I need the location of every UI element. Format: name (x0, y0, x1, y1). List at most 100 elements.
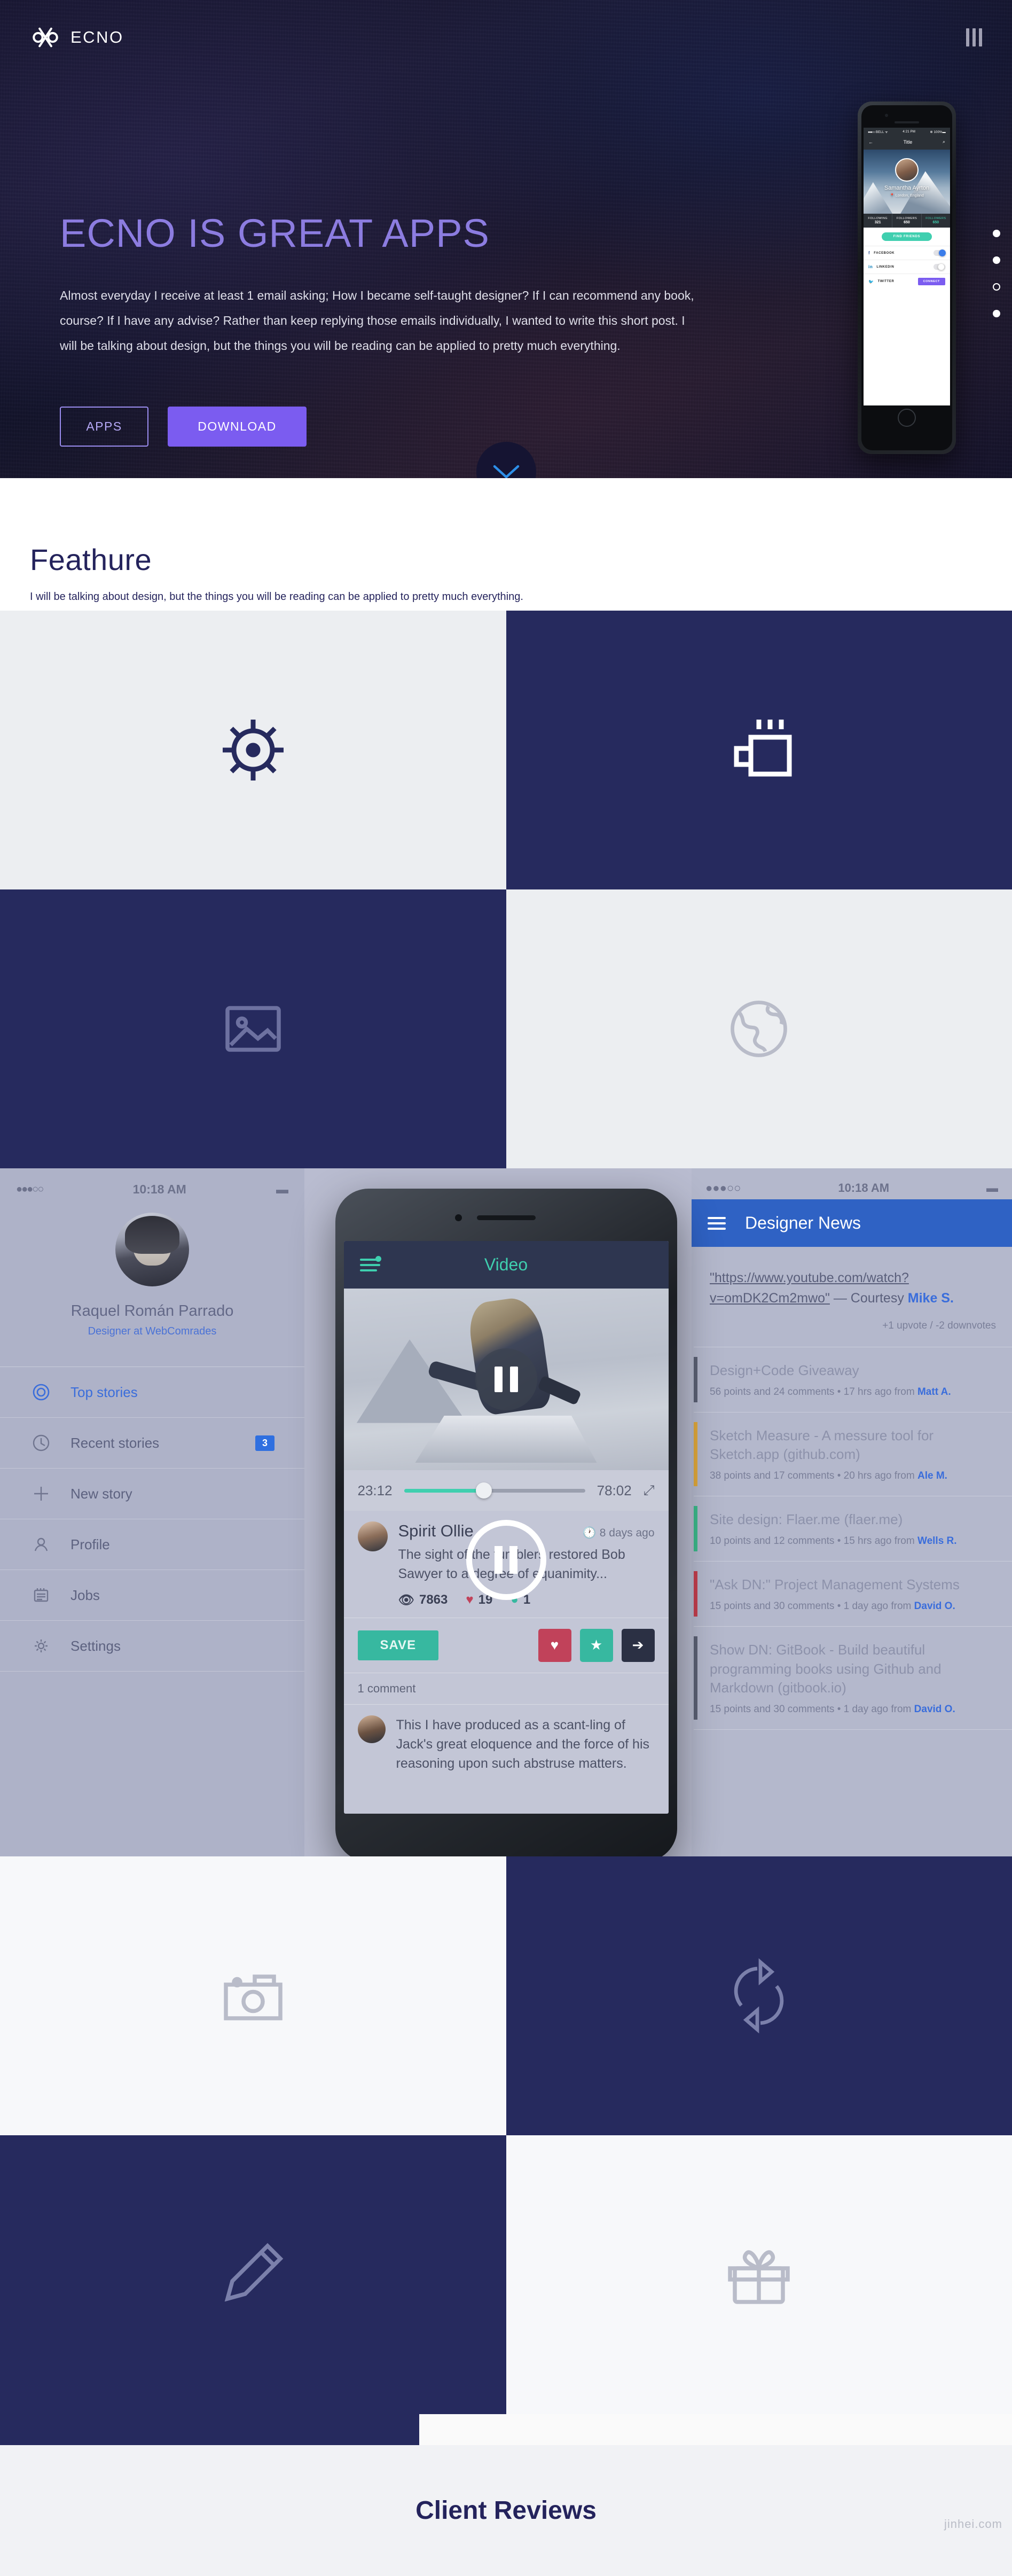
tile-coffee-mug[interactable] (506, 611, 1012, 889)
filter-slider-icon[interactable] (360, 1259, 380, 1271)
like-button[interactable]: ♥ (538, 1629, 571, 1662)
story-accent-bar (694, 1506, 697, 1551)
find-friends-button[interactable]: FIND FRIENDS (882, 232, 932, 241)
notebook-icon (30, 1584, 52, 1606)
story-meta: 15 points and 30 comments • 1 day ago fr… (710, 1704, 914, 1715)
story-item[interactable]: Design+Code Giveaway 56 points and 24 co… (694, 1347, 1012, 1412)
sidebar-item-new-story[interactable]: New story (0, 1469, 304, 1519)
large-pause-overlay-icon[interactable] (466, 1520, 546, 1600)
arrow-left-icon[interactable]: ← (868, 139, 873, 145)
progress-slider[interactable] (404, 1489, 585, 1493)
tile-pencil-edit[interactable] (0, 2135, 506, 2414)
pagination-dot-1[interactable] (993, 230, 1000, 237)
sidebar-item-top-stories[interactable]: Top stories (0, 1367, 304, 1418)
sidebar-item-settings[interactable]: Settings (0, 1621, 304, 1672)
sidebar-label: Recent stories (70, 1435, 237, 1451)
story-list: "https://www.youtube.com/watch?v=omDK2Cm… (692, 1247, 1012, 1730)
center-phone-mockup: Video 23:12 78:02 ⤢ (335, 1189, 677, 1856)
story-author[interactable]: David O. (914, 1704, 955, 1715)
left-app-screen: ●●●○○ 10:18 AM ▬ Raquel Román Parrado De… (0, 1168, 304, 1856)
status-time: 4:21 PM (903, 130, 915, 134)
share-button[interactable]: ➔ (622, 1629, 655, 1662)
phone-home-button[interactable] (898, 409, 916, 427)
phone-speaker (895, 121, 919, 123)
left-app-profile: Raquel Román Parrado Designer at WebComr… (0, 1202, 304, 1367)
tile-image-photo[interactable] (0, 889, 506, 1168)
phone-navbar: ← Title ⌕ (864, 136, 950, 150)
phone-bottom-bezel (344, 1814, 669, 1853)
brand-logo[interactable]: ECNO (30, 22, 124, 53)
story-item[interactable]: "Ask DN:" Project Management Systems 15 … (694, 1562, 1012, 1627)
sidebar-item-jobs[interactable]: Jobs (0, 1570, 304, 1621)
slider-knob[interactable] (476, 1482, 492, 1498)
save-button[interactable]: SAVE (358, 1630, 439, 1660)
social-row-linkedin[interactable]: in LINKEDIN (864, 260, 950, 274)
right-app-screen: ●●●○○ 10:18 AM ▬ Designer News "https://… (692, 1168, 1012, 1856)
sync-refresh-icon (719, 1956, 799, 2036)
hero-phone-screen: ●●●○○ BELL ᯤ 4:21 PM ✻ 100%▬ ← Title ⌕ (864, 128, 950, 405)
tile-globe-world[interactable] (506, 889, 1012, 1168)
expand-arrows-icon[interactable]: ⤢ (644, 1482, 655, 1499)
left-app-status-bar: ●●●○○ 10:18 AM ▬ (0, 1168, 304, 1202)
right-app-title: Designer News (745, 1213, 861, 1233)
tile-camera[interactable] (0, 1856, 506, 2135)
sidebar-item-profile[interactable]: Profile (0, 1519, 304, 1570)
hamburger-menu-icon[interactable] (708, 1217, 726, 1230)
sidebar-label: New story (70, 1486, 274, 1502)
social-row-facebook[interactable]: f FACEBOOK (864, 246, 950, 260)
download-button[interactable]: DOWNLOAD (168, 407, 307, 447)
comment-item: This I have produced as a scant-ling of … (344, 1705, 669, 1784)
plus-icon (30, 1482, 52, 1505)
video-app-header: Video (344, 1241, 669, 1289)
left-app-profile-role[interactable]: Designer at WebComrades (0, 1325, 304, 1338)
video-player-area[interactable] (344, 1289, 669, 1470)
quote-item: "https://www.youtube.com/watch?v=omDK2Cm… (694, 1247, 1012, 1347)
sidebar-label: Settings (70, 1638, 274, 1654)
story-accent-bar (694, 1357, 697, 1402)
chevron-down-icon (492, 464, 520, 478)
twitter-label: TWITTER (878, 280, 895, 283)
social-row-twitter[interactable]: 🐦 TWITTER CONNECT (864, 274, 950, 289)
tile-gift-box[interactable] (506, 2135, 1012, 2414)
find-friends-row: FIND FRIENDS (864, 228, 950, 246)
story-author[interactable]: Ale M. (917, 1470, 947, 1481)
story-item[interactable]: Site design: Flaer.me (flaer.me) 10 poin… (694, 1496, 1012, 1562)
post-metrics: 👁 7863 ♥ 19 ● 1 (398, 1593, 655, 1608)
linkedin-toggle[interactable] (933, 264, 945, 270)
hero-pagination-dots[interactable] (993, 230, 1000, 337)
pause-icon[interactable] (475, 1348, 537, 1410)
feature-tiles-top (0, 611, 1012, 1168)
apps-button[interactable]: APPS (60, 407, 148, 447)
pagination-dot-4[interactable] (993, 310, 1000, 317)
story-item[interactable]: Sketch Measure - A messure tool for Sket… (694, 1412, 1012, 1496)
hero-section: ECNO ECNO IS GREAT APPS Almost everyday … (0, 0, 1012, 478)
tile-sync-refresh[interactable] (506, 1856, 1012, 2135)
feature-subtitle: I will be talking about design, but the … (30, 591, 1012, 603)
sidebar-item-recent-stories[interactable]: Recent stories 3 (0, 1418, 304, 1469)
tile-sun-settings[interactable] (0, 611, 506, 889)
story-author[interactable]: David O. (914, 1601, 955, 1612)
scroll-down-button[interactable] (476, 442, 536, 478)
phone-status-bar: ●●●○○ BELL ᯤ 4:21 PM ✻ 100%▬ (864, 128, 950, 136)
story-source: (gitbook.io) (778, 1680, 846, 1696)
recent-stories-badge: 3 (255, 1435, 274, 1451)
story-item[interactable]: Show DN: GitBook - Build beautiful progr… (694, 1627, 1012, 1729)
pagination-dot-3-active[interactable] (993, 283, 1000, 291)
stat-followers-highlight: FOLLOWERS 650 (922, 214, 950, 228)
right-app-status-bar: ●●●○○ 10:18 AM ▬ (692, 1168, 1012, 1199)
story-author[interactable]: Matt A. (917, 1386, 951, 1398)
quote-votes: +1 upvote / -2 downvotes (710, 1320, 996, 1332)
pagination-dot-2[interactable] (993, 256, 1000, 264)
twitter-connect-button[interactable]: CONNECT (918, 278, 945, 285)
top-navigation-bar: ECNO (0, 0, 1012, 75)
battery-icon: ▬ (986, 1181, 998, 1195)
search-icon[interactable]: ⌕ (943, 139, 945, 145)
story-author[interactable]: Wells R. (917, 1535, 957, 1547)
views-metric: 👁 7863 (398, 1593, 448, 1608)
three-vertical-bars-menu-icon[interactable] (966, 28, 982, 46)
story-meta: 56 points and 24 comments • 17 hrs ago f… (710, 1386, 917, 1398)
favorite-button[interactable]: ★ (580, 1629, 613, 1662)
linkedin-label: LINKEDIN (876, 266, 894, 269)
quote-author[interactable]: Mike S. (908, 1291, 954, 1306)
facebook-toggle[interactable] (933, 250, 945, 256)
